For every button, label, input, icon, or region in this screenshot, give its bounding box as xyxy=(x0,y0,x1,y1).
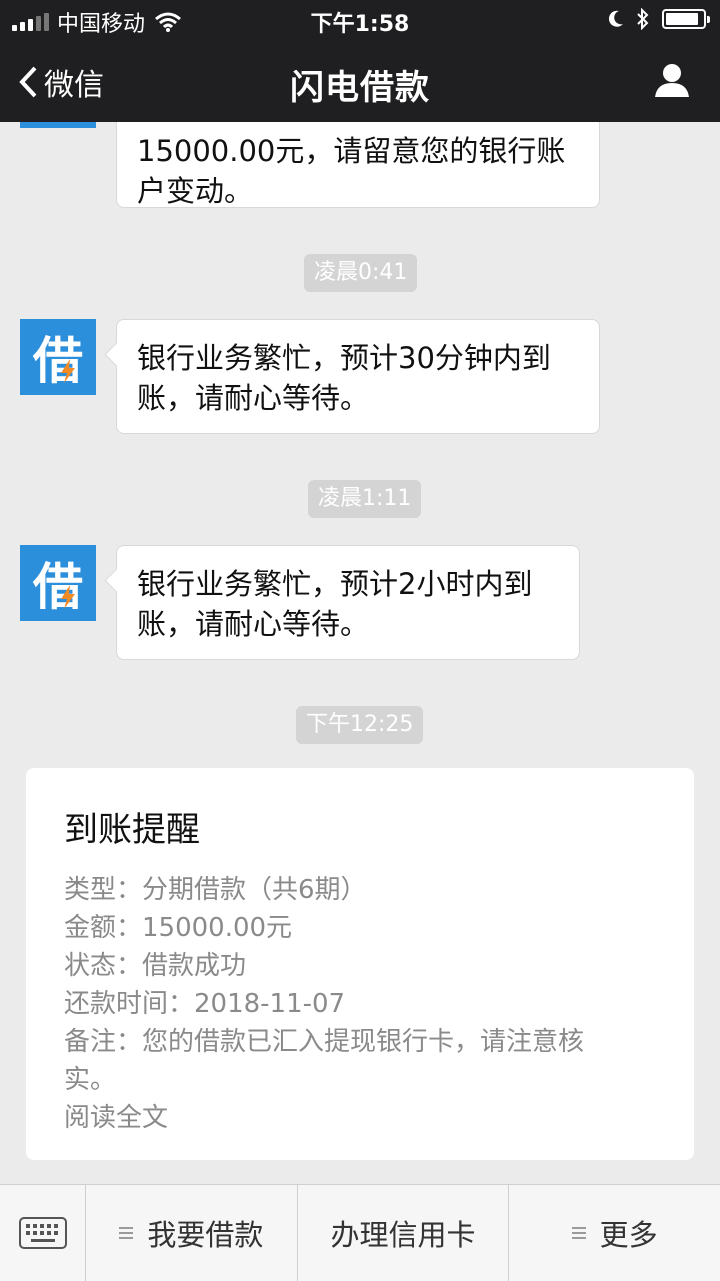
moon-icon xyxy=(608,10,623,27)
card-repay-line: 还款时间：2018-11-07 xyxy=(64,989,346,1019)
timestamp: 凌晨1:11 xyxy=(308,480,422,518)
message-bubble[interactable]: 银行业务繁忙，预计30分钟内到 账，请耐心等待。 xyxy=(116,319,600,434)
menu-more-button[interactable]: 更多 xyxy=(509,1185,720,1281)
page-title: 闪电借款 xyxy=(290,68,430,108)
card-title: 到账提醒 xyxy=(64,810,200,850)
avatar[interactable]: 借 xyxy=(20,545,96,621)
card-note-line: 实。 xyxy=(64,1065,117,1095)
menu-borrow-label: 我要借款 xyxy=(147,1218,264,1252)
status-bar: 中国移动 下午1:58 xyxy=(0,0,720,40)
menu-more-label: 更多 xyxy=(599,1218,658,1252)
message-text: 银行业务繁忙，预计2小时内到 xyxy=(137,567,533,601)
user-profile-button[interactable] xyxy=(654,62,690,102)
menu-credit-card-label: 办理信用卡 xyxy=(330,1218,476,1252)
menu-borrow-button[interactable]: 我要借款 xyxy=(86,1185,298,1281)
status-right xyxy=(608,8,710,30)
menu-list-icon xyxy=(119,1224,134,1242)
keyboard-icon xyxy=(18,1217,67,1249)
message-text: 户变动。 xyxy=(137,174,254,208)
timestamp: 下午12:25 xyxy=(296,706,424,744)
avatar[interactable]: 借 xyxy=(20,122,96,128)
chat-area[interactable]: 借 15000.00元，请留意您的银行账 户变动。 凌晨0:41 借 银行业务繁… xyxy=(0,122,720,1184)
nav-bar: 微信 闪电借款 xyxy=(0,40,720,122)
card-note-line: 备注：您的借款已汇入提现银行卡，请注意核 xyxy=(64,1027,585,1057)
card-status-line: 状态：借款成功 xyxy=(64,951,247,981)
card-type-line: 类型：分期借款（共6期） xyxy=(64,875,367,905)
avatar[interactable]: 借 xyxy=(20,319,96,395)
timestamp: 凌晨0:41 xyxy=(304,254,418,292)
lightning-icon xyxy=(61,585,75,609)
message-bubble[interactable]: 15000.00元，请留意您的银行账 户变动。 xyxy=(116,122,600,208)
arrival-notice-card[interactable]: 到账提醒 类型：分期借款（共6期） 金额：15000.00元 状态：借款成功 还… xyxy=(26,768,694,1160)
message-bubble[interactable]: 银行业务繁忙，预计2小时内到 账，请耐心等待。 xyxy=(116,545,580,660)
menu-credit-card-button[interactable]: 办理信用卡 xyxy=(298,1185,510,1281)
battery-icon xyxy=(662,9,710,29)
card-amount-line: 金额：15000.00元 xyxy=(64,913,293,943)
keyboard-toggle-button[interactable] xyxy=(0,1185,86,1281)
menu-list-icon xyxy=(571,1224,586,1242)
read-more-link[interactable]: 阅读全文 xyxy=(64,1099,656,1137)
user-icon xyxy=(655,64,689,97)
message-text: 15000.00元，请留意您的银行账 xyxy=(137,134,566,168)
message-text: 账，请耐心等待。 xyxy=(137,607,370,641)
avatar-char: 借 xyxy=(33,122,83,126)
lightning-icon xyxy=(61,359,75,383)
bottom-menu-bar: 我要借款 办理信用卡 更多 xyxy=(0,1184,720,1281)
message-text: 银行业务繁忙，预计30分钟内到 xyxy=(137,341,551,375)
message-text: 账，请耐心等待。 xyxy=(137,381,370,415)
bluetooth-icon xyxy=(637,8,649,30)
